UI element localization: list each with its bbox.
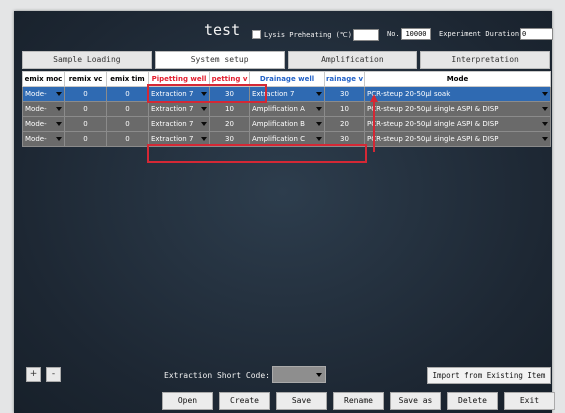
premix-time-cell[interactable]: 0 [106, 116, 149, 132]
table-row[interactable]: Mode- 0 0 Extraction 7 30 Extraction 7 3… [22, 86, 551, 102]
premix-mode-select[interactable]: Mode- [22, 116, 65, 132]
duration-input[interactable]: 0 [520, 28, 553, 40]
rename-button[interactable]: Rename [333, 392, 384, 410]
setup-table: emix moc remix vc emix tim Pipetting wel… [22, 71, 551, 147]
premix-mode-select[interactable]: Mode- [22, 101, 65, 117]
open-button[interactable]: Open [162, 392, 213, 410]
table-row[interactable]: Mode- 0 0 Extraction 7 20 Amplification … [22, 116, 551, 132]
add-row-button[interactable]: + [26, 367, 41, 382]
duration-label: Experiment Duration [439, 30, 520, 38]
premix-mode-select[interactable]: Mode- [22, 131, 65, 147]
premix-time-cell[interactable]: 0 [106, 86, 149, 102]
pipetting-volume-cell[interactable]: 20 [209, 116, 250, 132]
short-code-select[interactable] [272, 366, 326, 383]
table-header-row: emix moc remix vc emix tim Pipetting wel… [22, 71, 551, 87]
create-button[interactable]: Create [219, 392, 270, 410]
short-code-label: Extraction Short Code: [164, 371, 270, 380]
no-input[interactable]: 10000 [401, 28, 431, 40]
premix-time-cell[interactable]: 0 [106, 131, 149, 147]
premix-mode-select[interactable]: Mode- [22, 86, 65, 102]
drainage-well-select[interactable]: Amplification B [249, 116, 325, 132]
lysis-preheating-label: Lysis Preheating (℃) [264, 30, 352, 39]
remove-row-button[interactable]: - [46, 367, 61, 382]
mode-select[interactable]: PCR-steup 20-50µl soak [364, 86, 551, 102]
lysis-temp-input[interactable] [353, 29, 379, 41]
mode-select[interactable]: PCR-steup 20-50µl single ASPI & DISP [364, 131, 551, 147]
bottom-toolbar: Open Create Save Rename Save as Delete E… [162, 392, 561, 410]
pipetting-well-select[interactable]: Extraction 7 [148, 116, 210, 132]
mode-select[interactable]: PCR-steup 20-50µl single ASPI & DISP [364, 116, 551, 132]
col-premix-mode: emix moc [22, 71, 65, 87]
annotation-box-row4 [147, 144, 367, 163]
tab-system-setup[interactable]: System setup [154, 51, 285, 69]
premix-volume-cell[interactable]: 0 [64, 86, 107, 102]
annotation-box-row1-pipetting [147, 84, 267, 103]
drainage-well-select[interactable]: Amplification A [249, 101, 325, 117]
pipetting-volume-cell[interactable]: 10 [209, 101, 250, 117]
tab-bar: Sample Loading System setup Amplificatio… [22, 51, 550, 69]
import-button[interactable]: Import from Existing Item [427, 367, 551, 384]
delete-button[interactable]: Delete [447, 392, 498, 410]
lysis-preheating: Lysis Preheating (℃) [252, 30, 352, 39]
save-button[interactable]: Save [276, 392, 327, 410]
no-label: No. [387, 30, 400, 38]
tab-amplification[interactable]: Amplification [287, 51, 418, 69]
table-row[interactable]: Mode- 0 0 Extraction 7 10 Amplification … [22, 101, 551, 117]
drainage-volume-cell[interactable]: 10 [324, 101, 365, 117]
premix-volume-cell[interactable]: 0 [64, 131, 107, 147]
app-window: test Lysis Preheating (℃) No. 10000 Expe… [14, 11, 555, 413]
premix-volume-cell[interactable]: 0 [64, 116, 107, 132]
annotation-arrow-head [370, 94, 378, 102]
exit-button[interactable]: Exit [504, 392, 555, 410]
annotation-arrow [373, 102, 375, 152]
premix-time-cell[interactable]: 0 [106, 101, 149, 117]
col-premix-time: emix tim [106, 71, 149, 87]
tab-sample-loading[interactable]: Sample Loading [22, 51, 152, 69]
setup-grid: emix moc remix vc emix tim Pipetting wel… [22, 71, 551, 371]
page-title: test [204, 21, 241, 39]
lysis-preheating-checkbox[interactable] [252, 30, 261, 39]
mode-select[interactable]: PCR-steup 20-50µl single ASPI & DISP [364, 101, 551, 117]
drainage-volume-cell[interactable]: 20 [324, 116, 365, 132]
col-premix-volume: remix vc [64, 71, 107, 87]
premix-volume-cell[interactable]: 0 [64, 101, 107, 117]
col-mode: Mode [364, 71, 551, 87]
save-as-button[interactable]: Save as [390, 392, 441, 410]
col-drainage-volume: rainage v [324, 71, 365, 87]
drainage-volume-cell[interactable]: 30 [324, 86, 365, 102]
pipetting-well-select[interactable]: Extraction 7 [148, 101, 210, 117]
tab-interpretation[interactable]: Interpretation [420, 51, 550, 69]
